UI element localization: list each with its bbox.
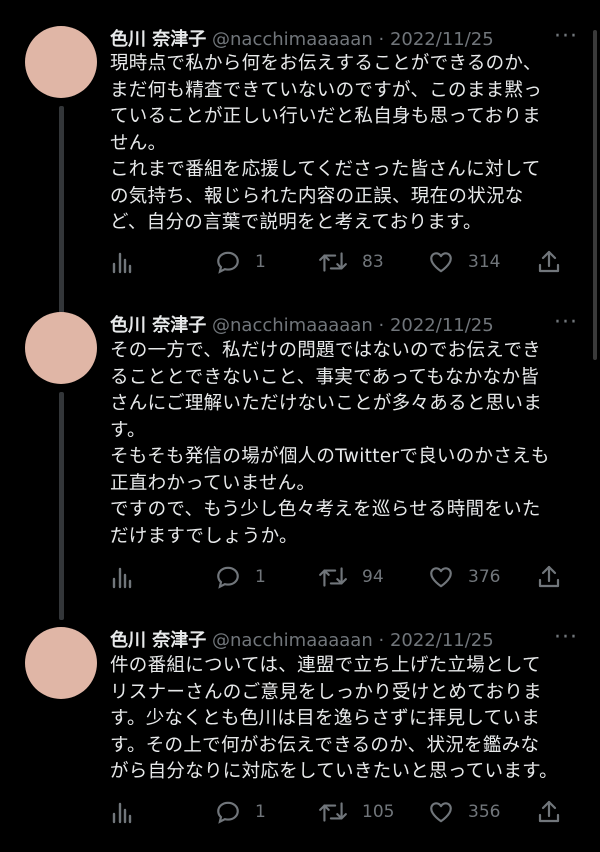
heart-icon xyxy=(430,567,452,588)
display-name[interactable]: 色川 奈津子 xyxy=(110,29,206,50)
like-button[interactable]: 356 xyxy=(428,797,500,827)
tweet-header: 色川 奈津子 @nacchimaaaaan · 2022/11/25 xyxy=(110,26,494,54)
separator: · xyxy=(378,630,385,651)
action-bar: 1 94 376 xyxy=(110,562,570,592)
tweet-line: す。その上で何がお伝えできるのか、状況を鑑みな xyxy=(110,734,540,756)
analytics-button[interactable] xyxy=(110,562,134,592)
analytics-icon xyxy=(112,252,132,274)
share-button[interactable] xyxy=(537,247,561,277)
avatar[interactable] xyxy=(25,26,97,98)
share-icon xyxy=(538,250,560,273)
like-count: 314 xyxy=(468,252,501,272)
user-handle[interactable]: @nacchimaaaaan xyxy=(212,315,373,336)
user-handle[interactable]: @nacchimaaaaan xyxy=(212,29,373,50)
retweet-button[interactable]: 83 xyxy=(318,247,384,277)
heart-icon xyxy=(430,802,452,823)
tweet-text: 件の番組については、連盟で立ち上げた立場として リスナーさんのご意見をしっかり受… xyxy=(110,653,580,786)
tweet-line: さんにご理解いただけないことが多々あると思いま xyxy=(110,393,543,414)
tweet-text: 現時点で私から何をお伝えすることができるのか、 まだ何も精査できていないのですが… xyxy=(110,51,580,237)
scrollbar[interactable] xyxy=(593,30,597,360)
tweet-line: す。 xyxy=(110,419,146,441)
tweet-line: せん。 xyxy=(110,132,167,154)
tweet-line: がら自分なりに対応をしていきたいと思っています。 xyxy=(110,761,558,782)
separator: · xyxy=(378,315,385,336)
user-handle[interactable]: @nacchimaaaaan xyxy=(212,630,373,651)
tweet-line: だけますでしょうか。 xyxy=(110,525,298,547)
tweet-header: 色川 奈津子 @nacchimaaaaan · 2022/11/25 xyxy=(110,627,494,655)
retweet-button[interactable]: 94 xyxy=(318,562,384,592)
tweet-date[interactable]: 2022/11/25 xyxy=(390,630,494,651)
thread-line xyxy=(59,106,64,334)
tweet-line: そもそも発信の場が個人のTwitterで良いのかさえも xyxy=(110,446,550,467)
reply-icon xyxy=(217,801,239,824)
tweet-line: 正直わかっていません。 xyxy=(110,472,316,494)
reply-count: 1 xyxy=(255,252,266,272)
share-icon xyxy=(538,800,560,823)
reply-count: 1 xyxy=(255,802,266,822)
separator: · xyxy=(378,29,385,50)
thread-line xyxy=(59,392,64,620)
retweet-icon xyxy=(319,802,347,822)
avatar[interactable] xyxy=(25,312,97,384)
analytics-button[interactable] xyxy=(110,247,134,277)
retweet-count: 105 xyxy=(362,802,395,822)
avatar[interactable] xyxy=(25,627,97,699)
reply-icon xyxy=(217,566,239,589)
more-icon[interactable]: ··· xyxy=(552,26,580,54)
display-name[interactable]: 色川 奈津子 xyxy=(110,630,206,651)
retweet-count: 83 xyxy=(362,252,384,272)
retweet-button[interactable]: 105 xyxy=(318,797,394,827)
like-button[interactable]: 376 xyxy=(428,562,500,592)
heart-icon xyxy=(430,252,452,273)
analytics-icon xyxy=(112,567,132,589)
like-count: 356 xyxy=(468,802,501,822)
tweet-line: 現時点で私から何をお伝えすることができるのか、 xyxy=(110,53,542,74)
tweet-line: ていることが正しい行いだと私自身も思っておりま xyxy=(110,106,541,127)
display-name[interactable]: 色川 奈津子 xyxy=(110,315,206,336)
share-button[interactable] xyxy=(537,562,561,592)
tweet-line: これまで番組を応援してくださった皆さんに対して xyxy=(110,159,541,180)
more-icon[interactable]: ··· xyxy=(552,312,580,340)
reply-button[interactable]: 1 xyxy=(215,797,266,827)
action-bar: 1 83 314 xyxy=(110,247,570,277)
tweet-text: その一方で、私だけの問題ではないのでお伝えでき ることとできないこと、事実であっ… xyxy=(110,338,580,550)
more-icon[interactable]: ··· xyxy=(552,627,580,655)
tweet-line: の気持ち、報じられた内容の正誤、現在の状況な xyxy=(110,185,524,207)
tweet-line: その一方で、私だけの問題ではないのでお伝えでき xyxy=(110,340,542,361)
like-button[interactable]: 314 xyxy=(428,247,500,277)
tweet-line: す。少なくとも色川は目を逸らさずに拝見していま xyxy=(110,708,540,729)
tweet-line: ど、自分の言葉で説明をと考えております。 xyxy=(110,212,482,233)
retweet-icon xyxy=(319,567,347,587)
reply-count: 1 xyxy=(255,567,266,587)
retweet-icon xyxy=(319,252,347,272)
tweet-line: リスナーさんのご意見をしっかり受けとめておりま xyxy=(110,681,542,703)
retweet-count: 94 xyxy=(362,567,384,587)
analytics-icon xyxy=(112,802,132,824)
share-button[interactable] xyxy=(537,797,561,827)
tweet-line: ですので、もう少し色々考えを巡らせる時間をいた xyxy=(110,499,541,520)
action-bar: 1 105 356 xyxy=(110,797,570,827)
tweet-date[interactable]: 2022/11/25 xyxy=(390,315,494,336)
tweet-date[interactable]: 2022/11/25 xyxy=(390,29,494,50)
tweet-line: ることとできないこと、事実であってもなかなか皆 xyxy=(110,366,540,388)
share-icon xyxy=(538,565,560,588)
tweet-header: 色川 奈津子 @nacchimaaaaan · 2022/11/25 xyxy=(110,312,494,340)
reply-button[interactable]: 1 xyxy=(215,562,266,592)
analytics-button[interactable] xyxy=(110,797,134,827)
reply-icon xyxy=(217,251,239,274)
like-count: 376 xyxy=(468,567,501,587)
tweet-line: 件の番組については、連盟で立ち上げた立場として xyxy=(110,655,541,676)
tweet-line: まだ何も精査できていないのですが、このまま黙っ xyxy=(110,79,543,101)
reply-button[interactable]: 1 xyxy=(215,247,266,277)
